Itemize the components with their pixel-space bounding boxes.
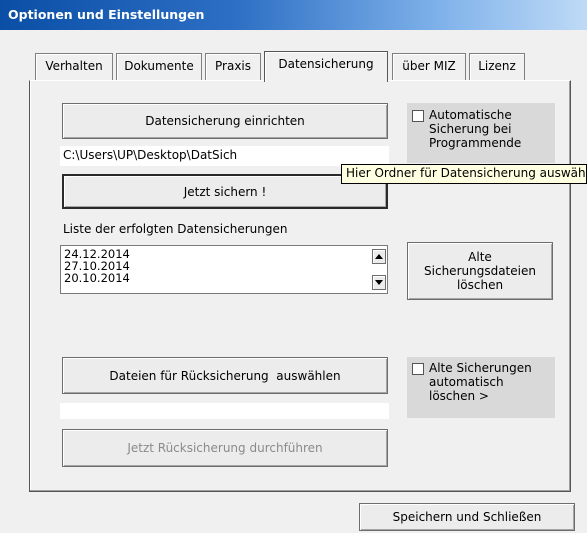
list-item[interactable]: 20.10.2014: [61, 272, 130, 284]
auto-backup-checkbox[interactable]: [412, 110, 424, 122]
setup-backup-button[interactable]: Datensicherung einrichten: [62, 103, 388, 139]
tab-ueber-miz[interactable]: über MIZ: [392, 53, 466, 80]
tab-lizenz[interactable]: Lizenz: [469, 53, 525, 80]
restore-now-button[interactable]: Jetzt Rücksicherung durchführen: [62, 429, 388, 467]
button-label: Jetzt sichern !: [183, 184, 267, 199]
folder-tooltip: Hier Ordner für Datensicherung auswählen: [341, 164, 587, 184]
auto-backup-label: Automatische Sicherung bei Programmende: [429, 108, 522, 150]
tab-verhalten[interactable]: Verhalten: [35, 53, 113, 80]
save-now-button[interactable]: Jetzt sichern !: [62, 174, 388, 209]
button-label: Datensicherung einrichten: [145, 114, 305, 128]
auto-delete-label: Alte Sicherungen automatisch löschen >: [429, 361, 532, 403]
tab-label: Lizenz: [478, 59, 516, 73]
tab-label: Dokumente: [124, 59, 194, 73]
backup-list[interactable]: 24.12.2014 27.10.2014 20.10.2014: [60, 245, 388, 294]
backup-path-value: C:\Users\UP\Desktop\DatSich: [63, 148, 238, 162]
button-label: Dateien für Rücksicherung auswählen: [109, 368, 341, 383]
title-bar: Optionen und Einstellungen: [0, 0, 587, 30]
backup-list-label: Liste der erfolgten Datensicherungen: [63, 222, 288, 236]
button-label: Alte Sicherungsdateien löschen: [424, 250, 536, 292]
arrow-down-icon: [375, 280, 383, 285]
tab-label: Praxis: [215, 59, 251, 73]
tab-label: Datensicherung: [278, 57, 374, 71]
tab-datensicherung[interactable]: Datensicherung: [264, 51, 388, 82]
tab-praxis[interactable]: Praxis: [205, 53, 261, 80]
tooltip-text: Hier Ordner für Datensicherung auswählen: [346, 166, 587, 180]
arrow-up-icon: [375, 254, 383, 259]
scroll-down-button[interactable]: [372, 275, 386, 290]
button-label: Jetzt Rücksicherung durchführen: [127, 441, 323, 455]
tab-label: Verhalten: [45, 59, 103, 73]
button-label: Speichern und Schließen: [392, 510, 542, 524]
window-title: Optionen und Einstellungen: [8, 7, 205, 22]
save-and-close-button[interactable]: Speichern und Schließen: [359, 503, 575, 531]
tab-dokumente[interactable]: Dokumente: [116, 53, 202, 80]
backup-path-field[interactable]: C:\Users\UP\Desktop\DatSich: [60, 146, 389, 166]
select-restore-files-button[interactable]: Dateien für Rücksicherung auswählen: [62, 357, 388, 394]
restore-files-field[interactable]: [60, 403, 389, 419]
delete-old-backups-button[interactable]: Alte Sicherungsdateien löschen: [407, 242, 553, 300]
auto-delete-checkbox[interactable]: [412, 363, 424, 375]
scroll-up-button[interactable]: [372, 249, 386, 264]
list-scrollbar[interactable]: [370, 246, 387, 293]
tab-label: über MIZ: [402, 59, 456, 73]
